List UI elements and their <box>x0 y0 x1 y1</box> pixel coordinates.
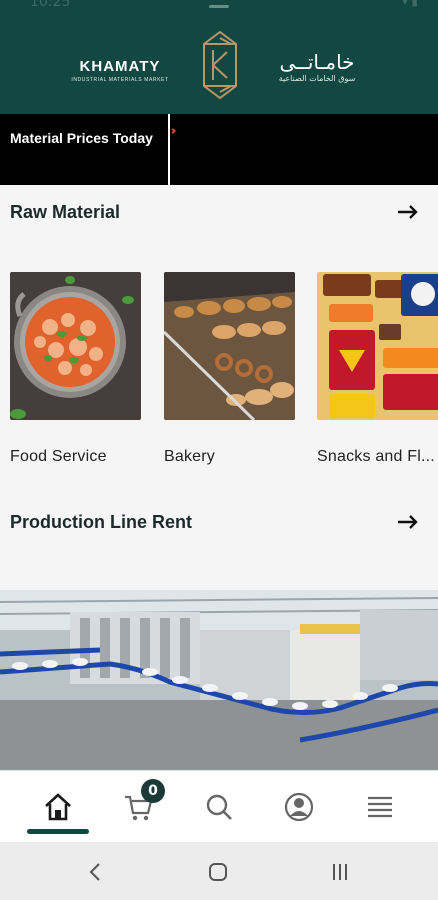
ticker-arrow-icon <box>170 128 176 134</box>
production-line-header: Production Line Rent <box>10 508 420 538</box>
raw-material-carousel[interactable]: Food Service Bakery Snacks and Fl... <box>10 272 438 472</box>
bakery-image <box>164 272 295 420</box>
category-card-food-service[interactable]: Food Service <box>10 272 141 466</box>
profile-icon[interactable] <box>281 789 317 825</box>
home-circle-icon[interactable] <box>206 860 230 884</box>
food-service-image <box>10 272 141 420</box>
recents-icon[interactable] <box>328 860 352 884</box>
production-line-title: Production Line Rent <box>10 512 192 532</box>
raw-material-header: Raw Material <box>10 198 420 228</box>
brand-name-arabic: خامـاتــى <box>279 50 355 74</box>
category-label: Bakery <box>164 448 215 465</box>
drag-handle[interactable] <box>209 5 229 8</box>
brand-tagline-arabic: سوق الخامات الصناعية <box>278 74 356 83</box>
price-ticker[interactable]: Material Prices Today <box>0 114 438 185</box>
status-time: 10:25 <box>30 0 71 10</box>
back-icon[interactable] <box>84 860 108 884</box>
home-icon[interactable] <box>40 789 76 825</box>
brand-arabic: خامـاتــى سوق الخامات الصناعية <box>262 50 372 83</box>
search-icon[interactable] <box>201 789 237 825</box>
ticker-divider <box>168 114 170 185</box>
status-icons: ▾ ▮ <box>402 0 418 8</box>
arrow-right-icon[interactable] <box>396 200 420 224</box>
production-line-banner[interactable] <box>0 590 438 770</box>
brand-tagline: INDUSTRIAL MATERIALS MARKET <box>71 77 169 83</box>
bottom-navigation: 0 <box>0 770 438 842</box>
active-tab-indicator <box>27 829 89 834</box>
system-navigation-bar <box>0 842 438 900</box>
khamaty-logo-icon <box>203 30 237 100</box>
arrow-right-icon[interactable] <box>396 510 420 534</box>
category-card-bakery[interactable]: Bakery <box>164 272 295 466</box>
category-label: Snacks and Fl... <box>317 448 435 465</box>
brand-name: KHAMATY <box>79 58 161 75</box>
category-label: Food Service <box>10 448 107 465</box>
ticker-label: Material Prices Today <box>10 130 153 146</box>
cart-count-badge: 0 <box>141 779 165 803</box>
menu-icon[interactable] <box>362 789 398 825</box>
snacks-image <box>317 272 438 420</box>
raw-material-title: Raw Material <box>10 202 121 222</box>
brand-english: KHAMATY INDUSTRIAL MATERIALS MARKET <box>70 58 170 83</box>
app-header: 10:25 ▾ ▮ KHAMATY INDUSTRIAL MATERIALS M… <box>0 0 438 114</box>
category-card-snacks[interactable]: Snacks and Fl... <box>317 272 438 466</box>
